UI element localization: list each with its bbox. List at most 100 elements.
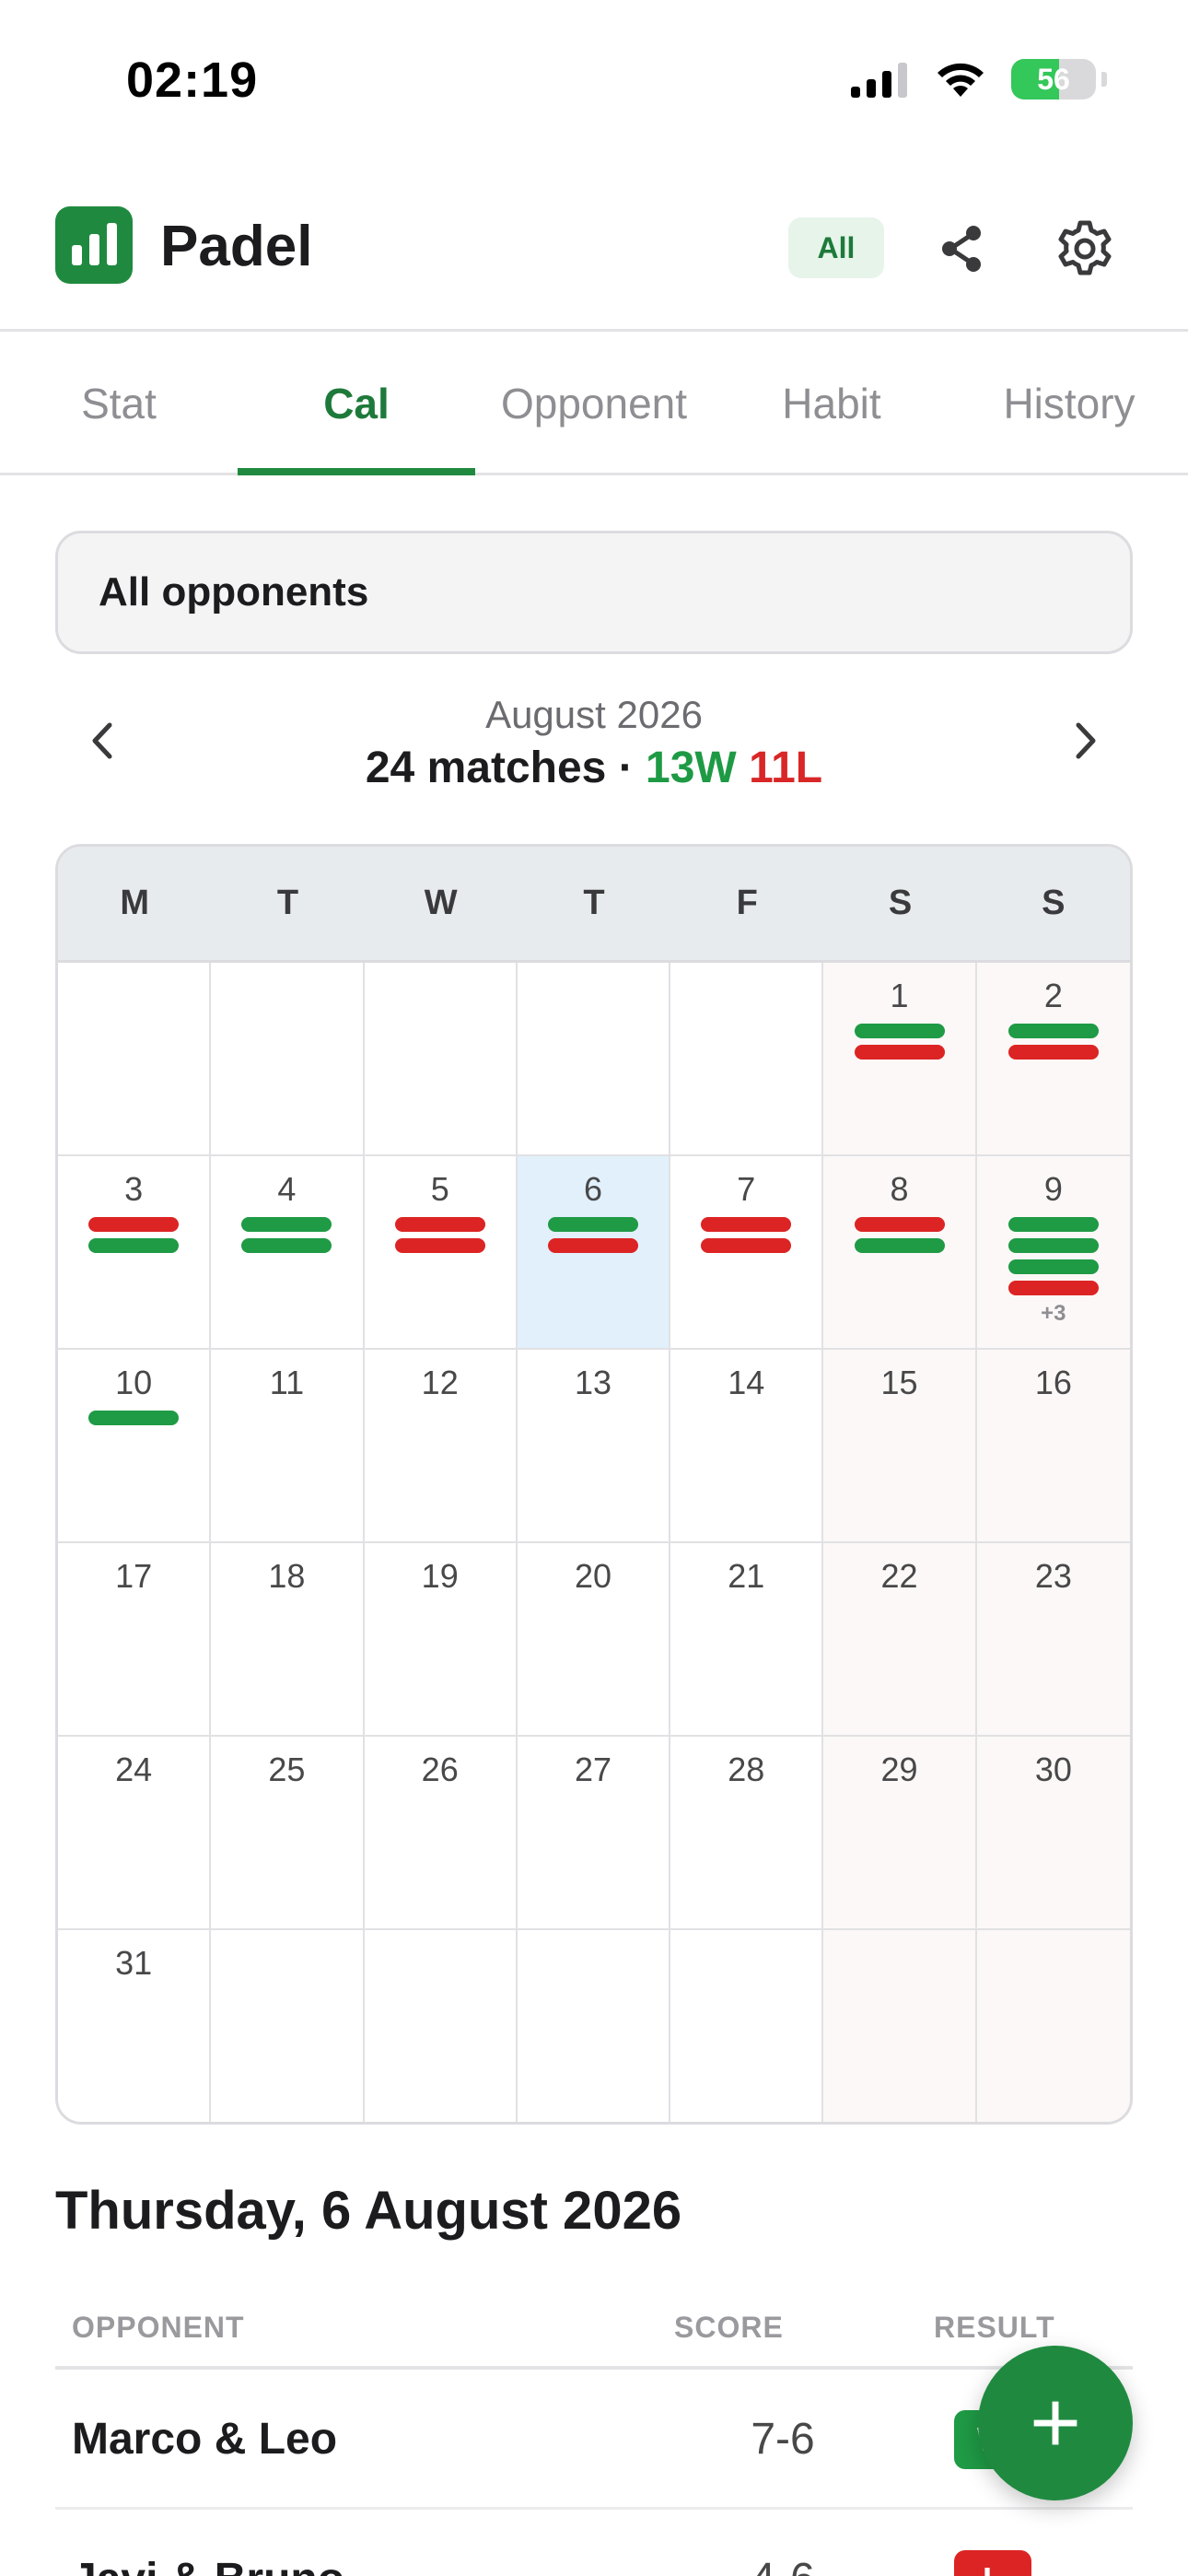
calendar-day-27[interactable]: 27 [517,1737,671,1930]
month-summary: 24 matches · 13W 11L [55,743,1133,793]
calendar-day-11[interactable]: 11 [211,1350,365,1543]
calendar-day-1[interactable]: 1 [823,963,977,1156]
loss-count: 11L [749,744,823,792]
calendar-day-18[interactable]: 18 [211,1543,365,1737]
day-number: 6 [583,1170,602,1208]
calendar-day-21[interactable]: 21 [670,1543,824,1737]
calendar-day-6[interactable]: 6 [517,1156,671,1350]
calendar-day-4[interactable]: 4 [211,1156,365,1350]
calendar-day-29[interactable]: 29 [823,1737,977,1930]
match-result-bars [547,1217,638,1253]
calendar-day-17[interactable]: 17 [58,1543,212,1737]
day-number: 11 [269,1364,305,1401]
calendar-day-31[interactable]: 31 [58,1930,212,2122]
match-result-bars [88,1217,180,1253]
match-score: 4-6 [645,2554,921,2576]
column-opponent: OPPONENT [72,2311,245,2344]
calendar-empty-cell [518,1930,671,2122]
loss-bar [547,1238,638,1253]
day-number: 14 [728,1364,765,1401]
calendar-day-20[interactable]: 20 [517,1543,671,1737]
battery-percent: 56 [1037,62,1070,96]
calendar-day-9[interactable]: 9 +3 [976,1156,1130,1350]
calendar-day-3[interactable]: 3 [58,1156,212,1350]
day-number: 9 [1043,1170,1063,1208]
weekday-label: S [1042,884,1066,922]
column-score: SCORE [674,2311,784,2344]
calendar-day-25[interactable]: 25 [211,1737,365,1930]
calendar-day-30[interactable]: 30 [976,1737,1130,1930]
weekday-label: M [120,884,149,922]
match-result-bars [1007,1024,1099,1060]
all-filter-chip[interactable]: All [788,217,884,278]
calendar-day-15[interactable]: 15 [823,1350,977,1543]
selected-day-title: Thursday, 6 August 2026 [55,2181,682,2241]
win-bar [547,1217,638,1232]
weekday-label: T [583,884,605,922]
gear-icon[interactable] [1048,212,1122,286]
tab-habit[interactable]: Habit [713,334,950,473]
match-row[interactable]: Marco & Leo 7-6 W [55,2371,1133,2510]
match-result-bars [394,1217,485,1253]
tab-history[interactable]: History [950,334,1188,473]
loss-bar [1007,1045,1099,1060]
calendar-empty-cell [365,1930,518,2122]
day-number: 12 [421,1364,459,1401]
column-result: RESULT [934,2311,1055,2344]
app-header: Padel All [0,175,1188,332]
win-bar [1007,1024,1099,1038]
day-number: 21 [728,1557,765,1595]
calendar-empty-cell [58,963,212,1156]
loss-bar [1007,1281,1099,1295]
day-number: 18 [268,1557,306,1595]
calendar-empty-cell [976,1930,1130,2122]
next-month-button[interactable] [1048,704,1122,778]
match-result-badge: L [954,2550,1031,2576]
calendar-empty-cell [670,1930,824,2122]
weekday-label: S [888,884,913,922]
match-result-bars [1007,1217,1099,1295]
calendar-day-12[interactable]: 12 [364,1350,518,1543]
calendar-day-8[interactable]: 8 [823,1156,977,1350]
calendar-day-19[interactable]: 19 [364,1543,518,1737]
day-number: 3 [124,1170,144,1208]
win-bar [854,1024,945,1038]
month-label: August 2026 [485,693,703,736]
calendar-day-23[interactable]: 23 [976,1543,1130,1737]
calendar-day-14[interactable]: 14 [670,1350,824,1543]
day-number: 20 [574,1557,612,1595]
weekday-label: F [736,884,758,922]
opponent-select[interactable]: All opponents [55,531,1133,654]
calendar-day-5[interactable]: 5 [364,1156,518,1350]
match-result-bars [854,1217,945,1253]
match-row[interactable]: Javi & Bruno 4-6 L [55,2512,1133,2576]
calendar-day-2[interactable]: 2 [976,963,1130,1156]
calendar-day-13[interactable]: 13 [517,1350,671,1543]
calendar-day-22[interactable]: 22 [823,1543,977,1737]
calendar-day-7[interactable]: 7 [670,1156,824,1350]
calendar-day-28[interactable]: 28 [670,1737,824,1930]
loss-bar [701,1217,792,1232]
share-icon[interactable] [925,212,998,286]
battery-nub [1101,72,1107,87]
win-bar [1007,1238,1099,1253]
weekday-label: T [276,884,299,922]
tab-cal[interactable]: Cal [238,334,475,475]
day-number: 4 [277,1170,297,1208]
weekday-label: W [424,884,458,922]
tab-opponent[interactable]: Opponent [475,334,713,473]
tab-stat[interactable]: Stat [0,334,238,473]
day-number: 10 [115,1364,153,1401]
calendar-day-10[interactable]: 10 [58,1350,212,1543]
matches-table-header: OPPONENT SCORE RESULT [55,2303,1133,2370]
match-result-bars [701,1217,792,1253]
add-match-button[interactable]: + [978,2346,1133,2500]
calendar-day-24[interactable]: 24 [58,1737,212,1930]
day-number: 16 [1034,1364,1072,1401]
loss-bar [88,1217,180,1232]
tab-bar: Stat Cal Opponent Habit History [0,334,1188,475]
calendar-day-16[interactable]: 16 [976,1350,1130,1543]
calendar-day-26[interactable]: 26 [364,1737,518,1930]
chevron-right-icon [1076,722,1096,759]
day-number: 17 [115,1557,153,1595]
